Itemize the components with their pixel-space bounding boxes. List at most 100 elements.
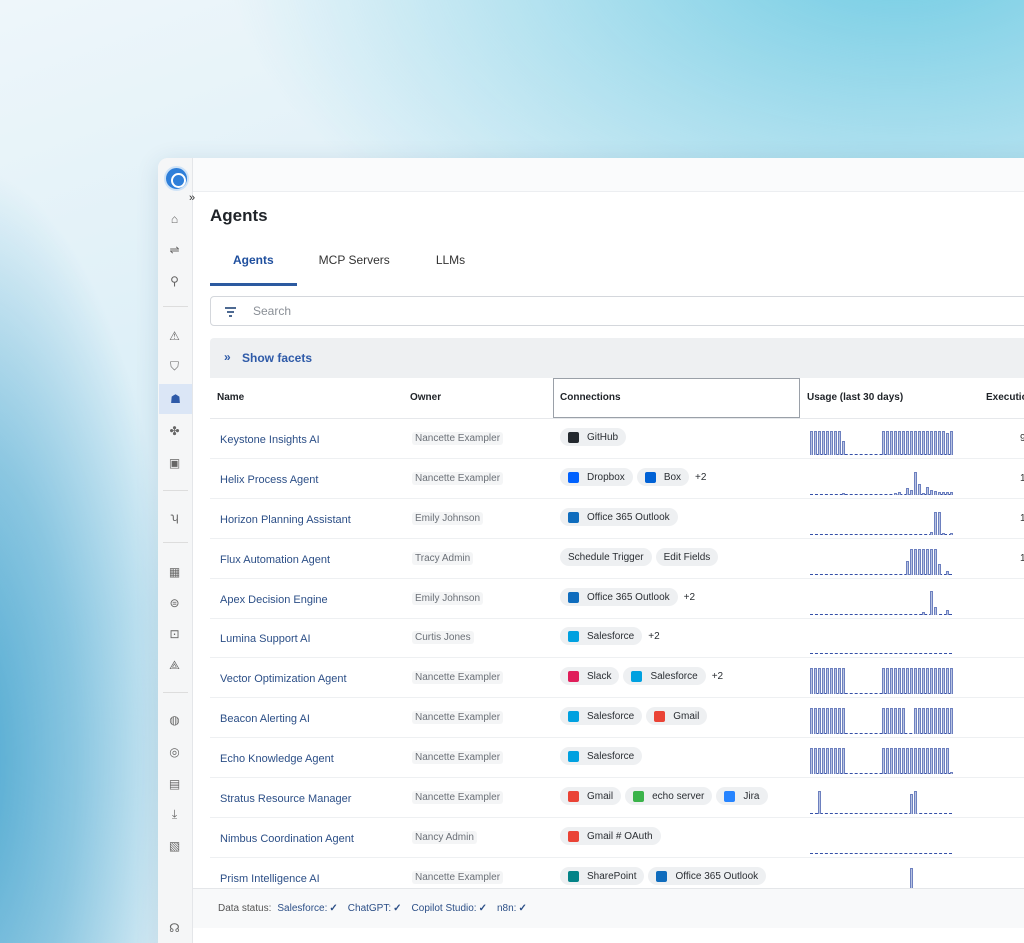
column-header-executions[interactable]: Executio (986, 392, 1024, 403)
table-row[interactable]: Horizon Planning Assistant Emily Johnson O… (210, 499, 1024, 539)
connection-chip[interactable]: Office 365 Outlook (560, 588, 678, 606)
usage-bar (926, 668, 929, 694)
more-connections-count[interactable]: +2 (712, 671, 723, 682)
more-connections-count[interactable]: +2 (695, 472, 706, 483)
table-row[interactable]: Helix Process Agent Nancette Exampler Drop… (210, 459, 1024, 499)
column-header-connections[interactable]: Connections (560, 392, 621, 403)
robot-icon[interactable]: ☗ (159, 384, 192, 414)
connection-chip[interactable]: Box (636, 468, 690, 486)
connections-cell: Salesforce (560, 747, 643, 765)
connection-chip[interactable]: Office 365 Outlook (560, 508, 678, 526)
connection-chip[interactable]: Salesforce (560, 707, 643, 725)
usage-bar (910, 748, 913, 774)
table-row[interactable]: Echo Knowledge Agent Nancette Exampler Sal… (210, 738, 1024, 778)
outlook-icon (568, 511, 579, 523)
executions-value: 1 (1020, 553, 1024, 564)
agent-name-link[interactable]: Echo Knowledge Agent (220, 753, 334, 765)
grid-icon[interactable]: ▦ (167, 564, 182, 579)
globe-icon[interactable]: ◍ (167, 712, 182, 727)
usage-bar (810, 748, 813, 774)
usage-bar (810, 708, 813, 734)
show-facets-button[interactable]: Show facets (242, 351, 312, 365)
agent-name-link[interactable]: Nimbus Coordination Agent (220, 833, 354, 845)
rail-divider (163, 306, 188, 307)
table-row[interactable]: Beacon Alerting AI Nancette Exampler Sales… (210, 698, 1024, 738)
agent-name-link[interactable]: Apex Decision Engine (220, 594, 328, 606)
home-icon[interactable]: ⌂ (167, 211, 182, 226)
gmail-icon (568, 790, 579, 802)
connection-chip[interactable]: Office 365 Outlook (648, 867, 767, 885)
route-icon[interactable]: ʮ (167, 509, 182, 524)
table-row[interactable]: Stratus Resource Manager Nancette Example… (210, 778, 1024, 818)
connection-chip[interactable]: Schedule Trigger (560, 548, 652, 566)
agent-name-link[interactable]: Lumina Support AI (220, 633, 311, 645)
table-row[interactable]: Nimbus Coordination Agent Nancy Admin Gmai… (210, 818, 1024, 858)
expand-rail-icon[interactable]: » (189, 192, 195, 204)
database-icon[interactable]: ⊜ (167, 595, 182, 610)
connection-chip[interactable]: Edit Fields (655, 548, 719, 566)
usage-bar (822, 431, 825, 455)
search-icon[interactable]: ⚲ (167, 273, 182, 288)
shield-icon[interactable]: ⛉ (167, 359, 182, 374)
report-icon[interactable]: ▧ (167, 838, 182, 853)
dashboard-icon[interactable]: ⊡ (167, 626, 182, 641)
connection-label: Office 365 Outlook (587, 511, 670, 523)
connection-chip[interactable]: Jira (716, 787, 768, 805)
download-icon[interactable]: ⤓ (167, 807, 182, 822)
connection-chip[interactable]: echo server (625, 787, 713, 805)
table-row[interactable]: Vector Optimization Agent Nancette Exampl… (210, 658, 1024, 698)
connection-chip[interactable]: Salesforce (560, 627, 643, 645)
connection-chip[interactable]: Gmail (646, 707, 708, 725)
executions-value: 1 (1020, 513, 1024, 524)
table-header: Name Owner Connections Usage (last 30 da… (210, 378, 1024, 419)
connections-cell: Office 365 Outlook (560, 508, 678, 526)
connection-chip[interactable]: Gmail (560, 787, 622, 805)
more-connections-count[interactable]: +2 (684, 592, 695, 603)
connection-chip[interactable]: Gmail # OAuth (560, 827, 661, 845)
connection-chip[interactable]: Salesforce (560, 747, 643, 765)
tab-llms[interactable]: LLMs (413, 248, 488, 286)
connections-cell: SharePoint Office 365 Outlook (560, 867, 767, 885)
connection-chip[interactable]: Salesforce (623, 667, 706, 685)
agent-name-link[interactable]: Prism Intelligence AI (220, 873, 320, 885)
connection-chip[interactable]: Dropbox (560, 468, 633, 486)
target-icon[interactable]: ◎ (167, 744, 182, 759)
table-row[interactable]: Lumina Support AI Curtis Jones Salesforce +… (210, 618, 1024, 658)
facets-bar: » Show facets (210, 338, 1024, 378)
usage-bar (942, 492, 945, 495)
more-connections-count[interactable]: +2 (648, 631, 659, 642)
connection-chip[interactable]: SharePoint (560, 867, 645, 885)
usage-bar (818, 748, 821, 774)
agent-name-link[interactable]: Horizon Planning Assistant (220, 514, 351, 526)
usage-bar (946, 433, 949, 455)
agent-name-link[interactable]: Helix Process Agent (220, 474, 318, 486)
support-icon[interactable]: ☊ (167, 920, 182, 935)
table-row[interactable]: Keystone Insights AI Nancette Exampler Git… (210, 419, 1024, 459)
agent-name-link[interactable]: Stratus Resource Manager (220, 793, 351, 805)
connection-chip[interactable]: GitHub (560, 428, 627, 446)
shapes-icon[interactable]: ⟁ (167, 658, 182, 673)
table-row[interactable]: Flux Automation Agent Tracy Admin Schedule… (210, 539, 1024, 579)
connection-label: Salesforce (587, 710, 635, 722)
usage-bar (886, 668, 889, 694)
column-header-owner[interactable]: Owner (410, 392, 441, 403)
tab-agents[interactable]: Agents (210, 248, 297, 286)
chevron-right-double-icon[interactable]: » (224, 350, 231, 364)
table-row[interactable]: Apex Decision Engine Emily Johnson Office … (210, 579, 1024, 619)
tab-mcp-servers[interactable]: MCP Servers (297, 248, 413, 286)
search-input[interactable]: Search (210, 296, 1024, 326)
workflow-icon[interactable]: ⇌ (167, 242, 182, 257)
column-header-name[interactable]: Name (217, 392, 244, 403)
filter-icon[interactable] (225, 307, 236, 317)
document-icon[interactable]: ▤ (167, 776, 182, 791)
monitor-icon[interactable]: ▣ (167, 455, 182, 470)
app-logo-icon[interactable] (164, 166, 189, 191)
alert-icon[interactable]: ⚠ (167, 328, 182, 343)
agent-name-link[interactable]: Keystone Insights AI (220, 434, 320, 446)
agent-name-link[interactable]: Vector Optimization Agent (220, 673, 347, 685)
agent-name-link[interactable]: Flux Automation Agent (220, 554, 330, 566)
agent-name-link[interactable]: Beacon Alerting AI (220, 713, 310, 725)
connection-chip[interactable]: Slack (560, 667, 620, 685)
column-header-usage[interactable]: Usage (last 30 days) (807, 392, 903, 403)
puzzle-icon[interactable]: ✤ (167, 423, 182, 438)
